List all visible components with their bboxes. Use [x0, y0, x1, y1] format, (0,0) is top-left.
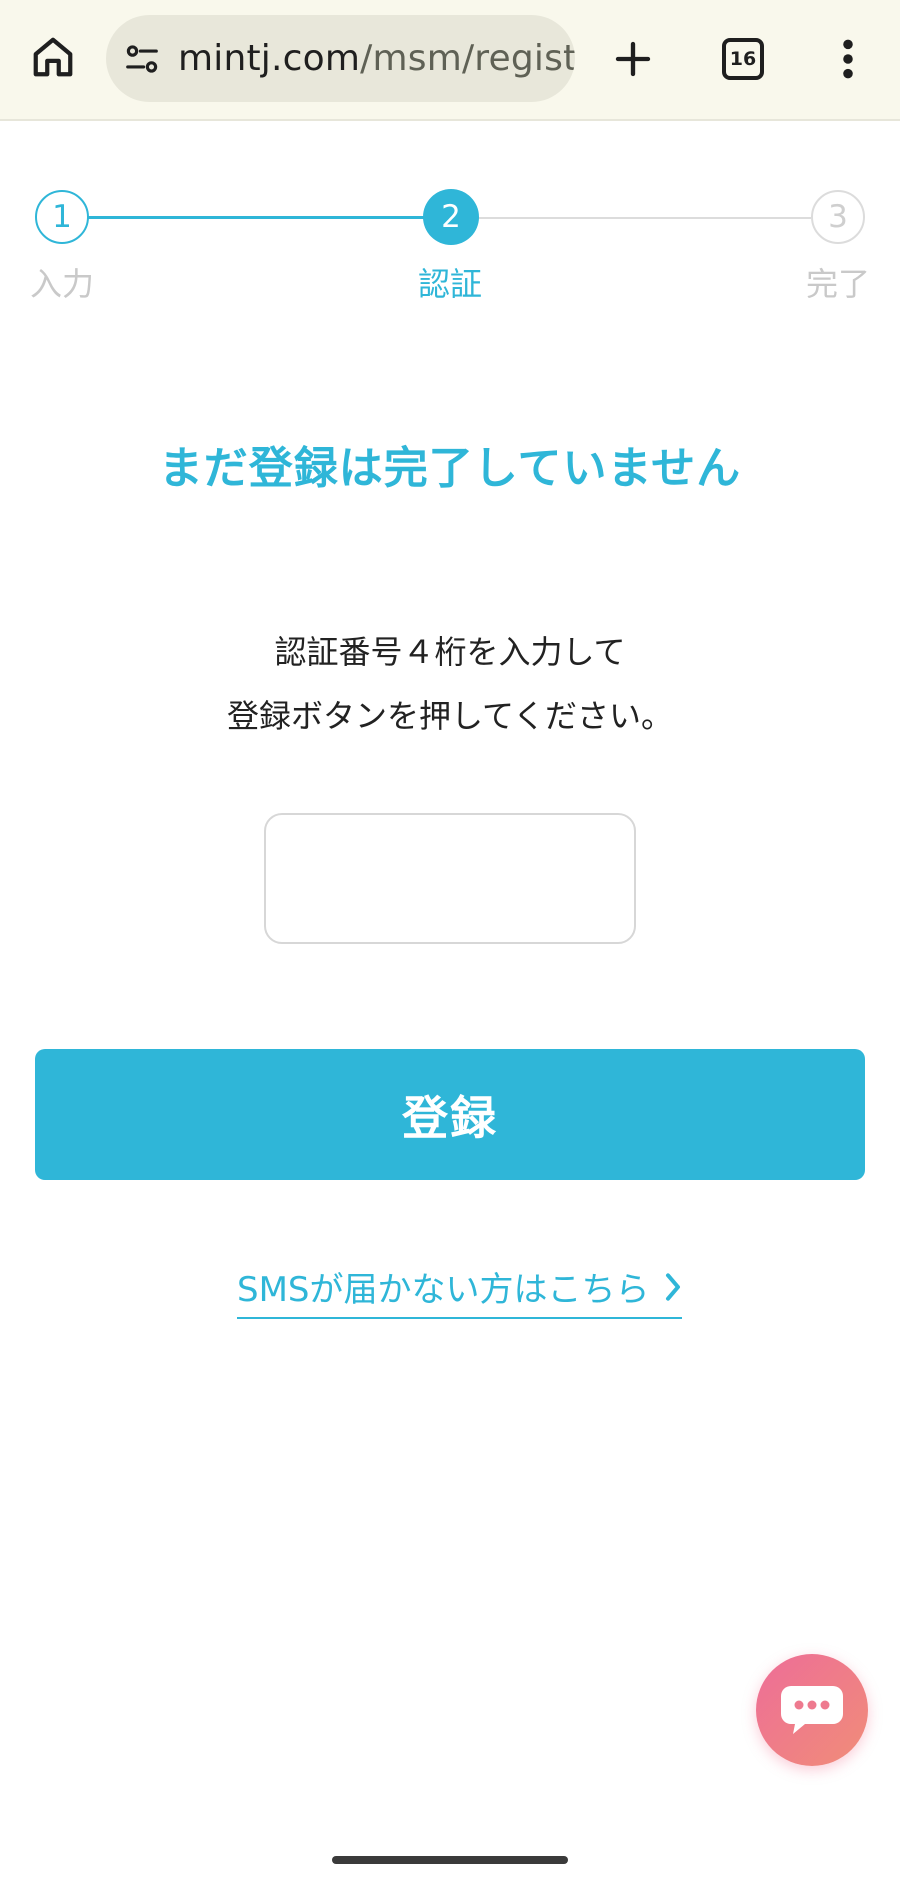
browser-menu-button[interactable]	[826, 28, 870, 90]
verification-code-input[interactable]	[264, 813, 636, 944]
tab-switcher-button[interactable]: 16	[712, 28, 774, 90]
step-3-circle: 3	[811, 190, 865, 244]
url-path: /msm/registrat	[360, 38, 575, 79]
sms-not-received-link[interactable]: SMSが届かない方はこちら	[237, 1258, 682, 1319]
gesture-navigation-bar[interactable]	[332, 1856, 568, 1864]
step-1-circle: 1	[35, 190, 89, 244]
site-settings-icon[interactable]	[120, 37, 164, 81]
sms-link-label: SMSが届かない方はこちら	[237, 1270, 650, 1310]
address-bar[interactable]: mintj.com/msm/registrat	[106, 15, 575, 102]
new-tab-button[interactable]	[602, 28, 664, 90]
step-connector-pending	[478, 217, 811, 219]
progress-stepper: 1 2 3 入力 認証 完了	[0, 121, 900, 321]
step-3-label: 完了	[806, 265, 871, 303]
register-button[interactable]: 登録	[35, 1049, 865, 1180]
step-1-label: 入力	[30, 265, 95, 303]
step-2-circle: 2	[423, 189, 479, 245]
tab-count: 16	[722, 38, 764, 80]
url-host: mintj.com	[178, 38, 361, 79]
instruction-line-1: 認証番号４桁を入力して	[274, 633, 626, 671]
chat-bubble-icon	[781, 1686, 843, 1734]
page-title: まだ登録は完了していません	[158, 443, 742, 494]
chat-button[interactable]	[756, 1654, 868, 1766]
instructions: 認証番号４桁を入力して 登録ボタンを押してください。	[0, 620, 900, 748]
home-icon	[33, 37, 73, 77]
step-connector-completed	[88, 216, 424, 219]
chevron-right-icon	[664, 1272, 682, 1302]
step-2-label: 認証	[418, 265, 483, 303]
more-vertical-icon	[843, 39, 853, 79]
browser-toolbar: mintj.com/msm/registrat 16	[0, 0, 900, 121]
instruction-line-2: 登録ボタンを押してください。	[226, 697, 674, 735]
plus-icon	[615, 41, 651, 77]
url-text: mintj.com/msm/registrat	[178, 38, 575, 79]
home-button[interactable]	[22, 26, 84, 88]
